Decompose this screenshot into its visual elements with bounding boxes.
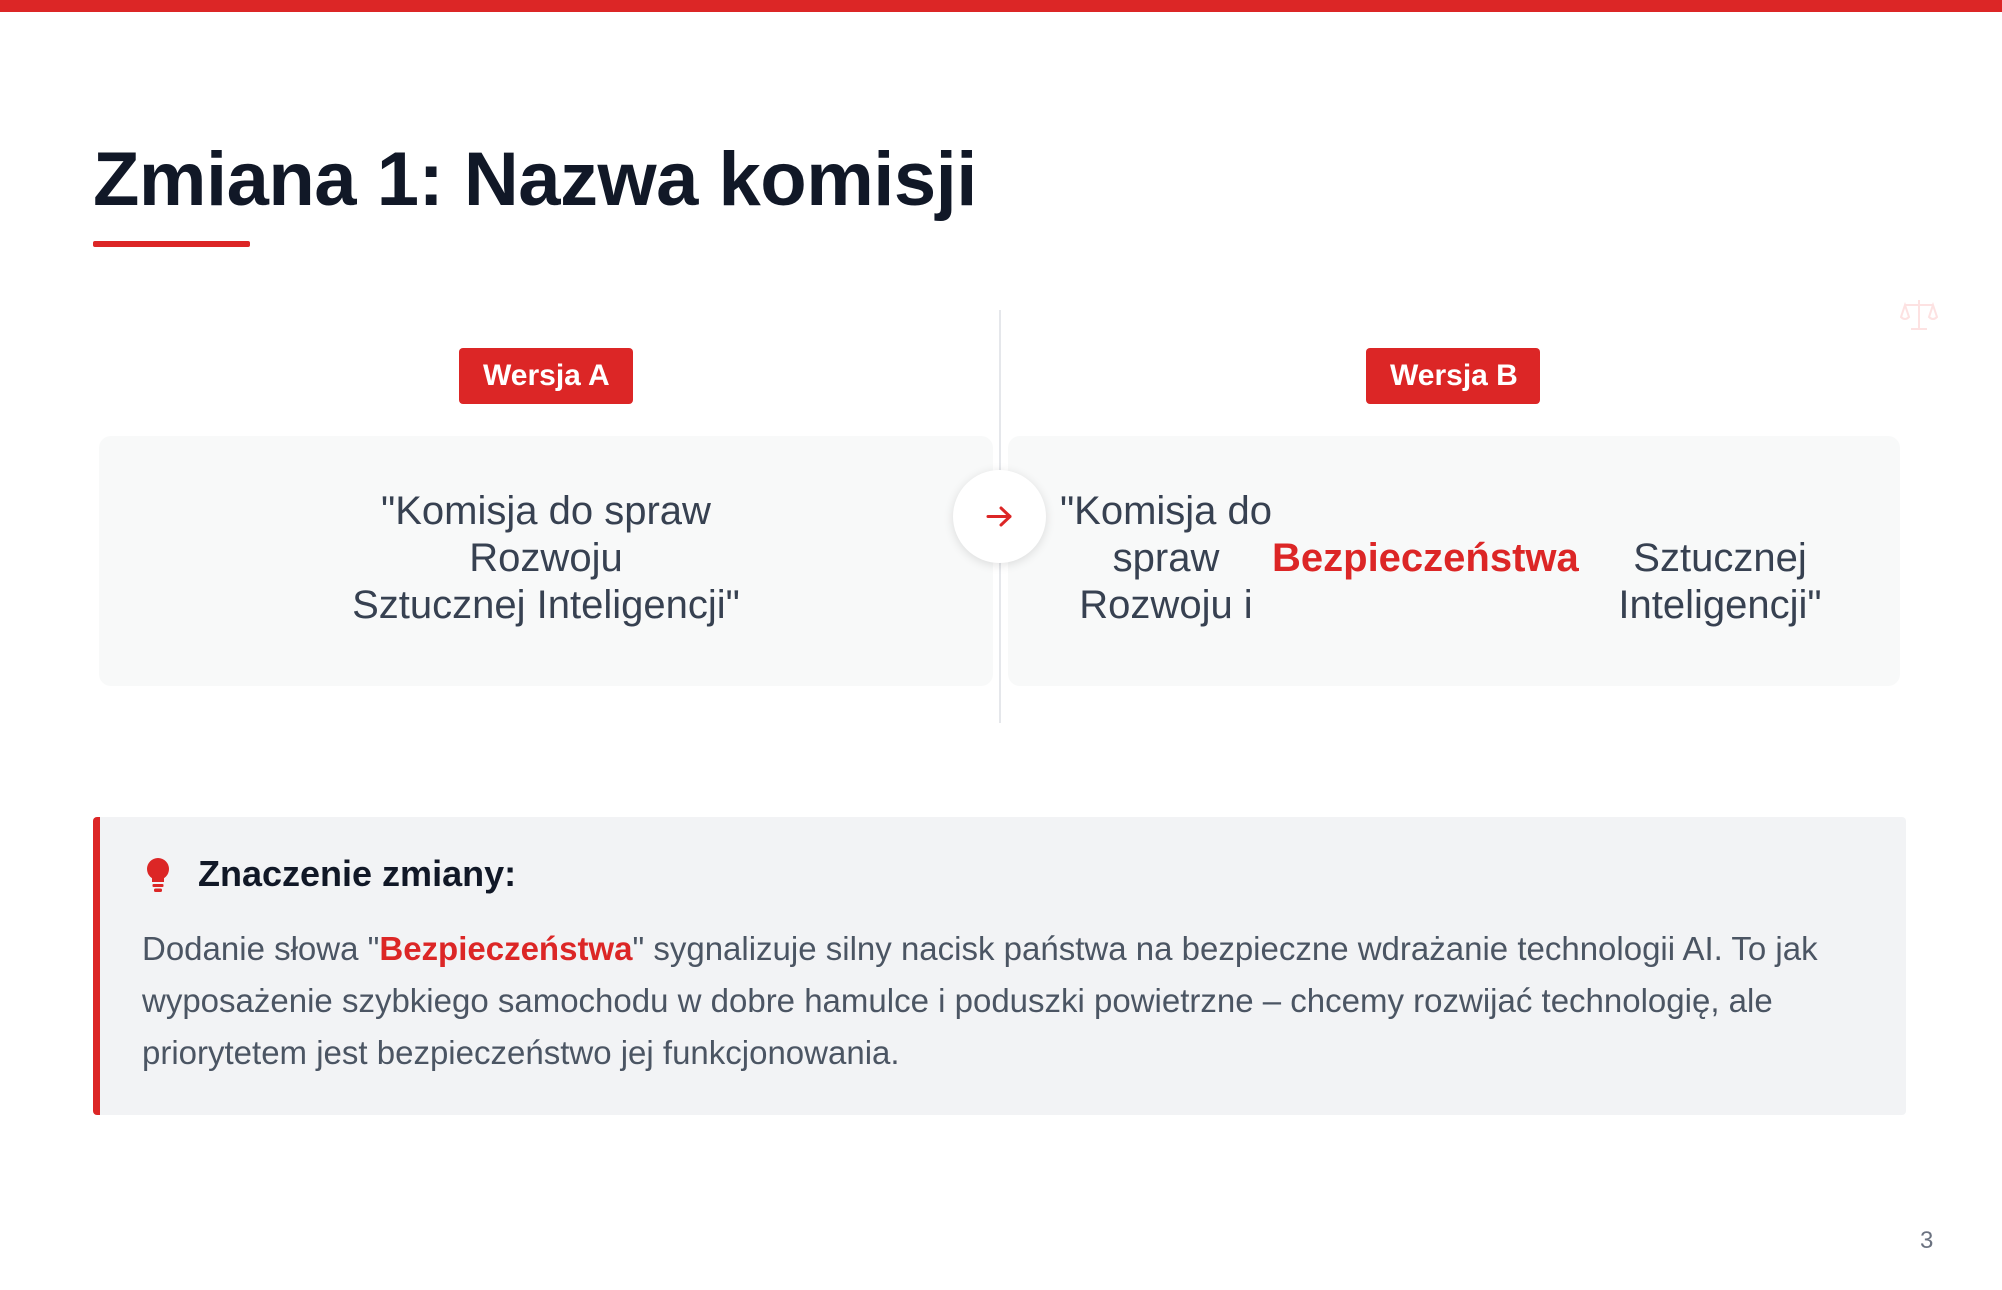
- version-b-line: Inteligencji": [1618, 583, 1822, 627]
- significance-text: Dodanie słowa "Bezpieczeństwa" sygnalizu…: [142, 923, 1887, 1079]
- slide-title: Zmiana 1: Nazwa komisji: [93, 137, 977, 222]
- version-b-card: "Komisja do spraw Rozwoju i Bezpieczeńst…: [1008, 436, 1900, 686]
- version-a-line: "Komisja do spraw: [381, 489, 711, 533]
- version-a-line: Sztucznej Inteligencji": [352, 583, 740, 627]
- arrow-circle: [953, 470, 1046, 563]
- significance-title: Znaczenie zmiany:: [198, 853, 517, 894]
- lightbulb-icon: [147, 858, 169, 892]
- arrow-right-icon: [986, 506, 1012, 527]
- significance-text-before: Dodanie słowa ": [142, 930, 380, 967]
- significance-highlight: Bezpieczeństwa: [379, 930, 633, 967]
- version-b-quote-start: "Komisja do spraw Rozwoju i: [1044, 488, 1288, 629]
- top-accent-bar: [0, 0, 2002, 12]
- version-b-line: Sztucznej: [1633, 536, 1807, 580]
- page-number: 3: [1920, 1227, 1934, 1254]
- version-b-line: "Komisja do: [1059, 489, 1273, 533]
- version-b-line: spraw: [1112, 536, 1220, 580]
- significance-box: Znaczenie zmiany: Dodanie słowa "Bezpiec…: [93, 817, 1906, 1115]
- version-b-badge: Wersja B: [1366, 348, 1540, 404]
- version-a-quote: "Komisja do spraw Rozwoju Sztucznej Inte…: [99, 488, 993, 629]
- version-a-card: "Komisja do spraw Rozwoju Sztucznej Inte…: [99, 436, 993, 686]
- version-a-badge: Wersja A: [459, 348, 633, 404]
- version-b-quote-end: Sztucznej Inteligencji": [1600, 535, 1840, 629]
- title-underline: [93, 241, 250, 247]
- version-a-line: Rozwoju: [469, 536, 623, 580]
- version-b-line: Rozwoju i: [1079, 583, 1253, 627]
- version-b-highlight: Bezpieczeństwa: [1272, 536, 1579, 580]
- balance-scale-icon: [1900, 300, 1938, 330]
